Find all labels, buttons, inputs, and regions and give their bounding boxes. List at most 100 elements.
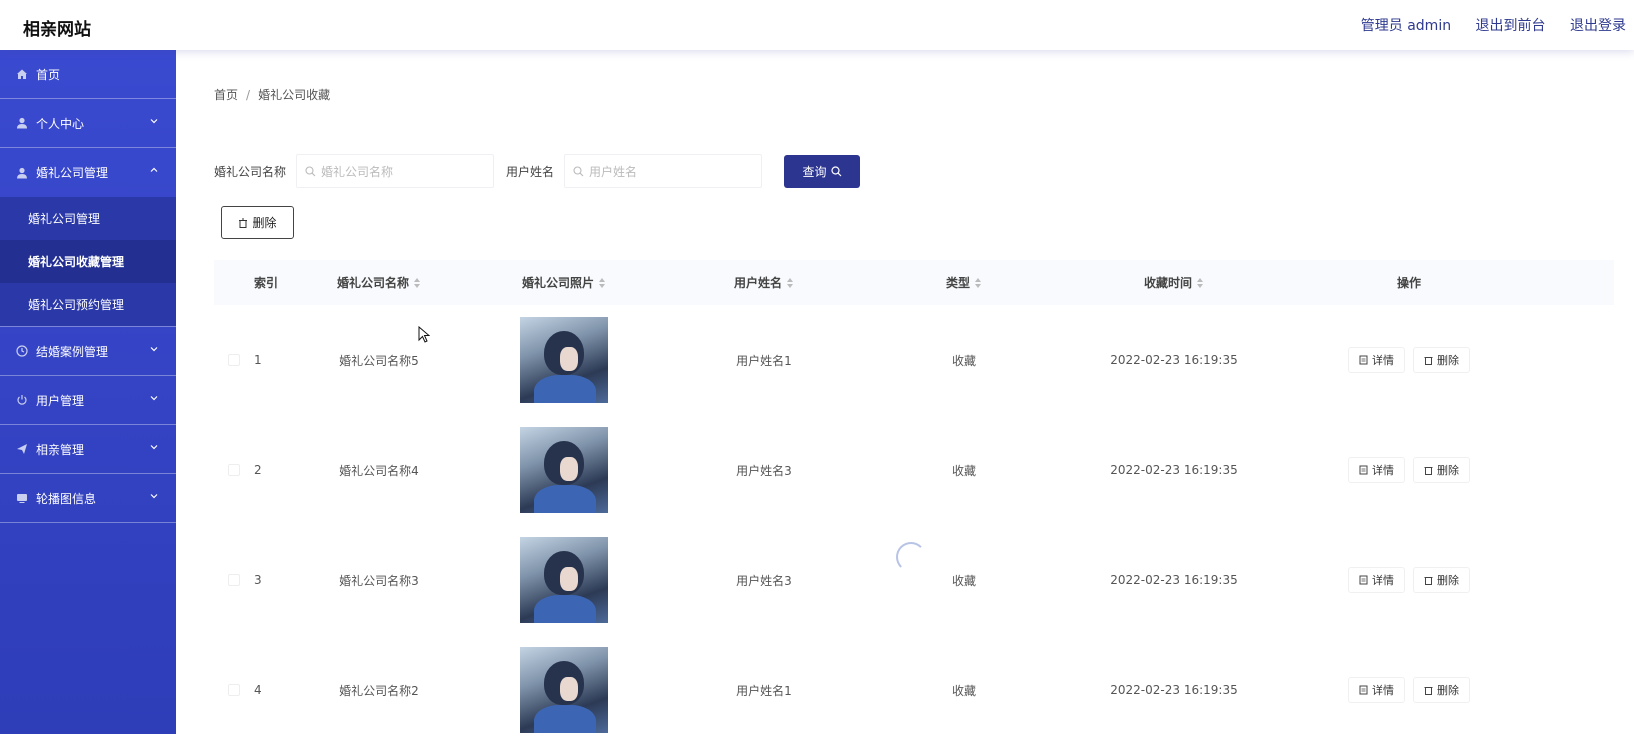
row-time: 2022-02-23 16:19:35 xyxy=(1110,463,1238,477)
sidebar-item-label: 轮播图信息 xyxy=(36,491,97,506)
search-icon xyxy=(573,165,584,176)
breadcrumb-home[interactable]: 首页 xyxy=(214,88,238,102)
admin-label: 管理员 admin xyxy=(1360,18,1452,34)
row-user-name: 用户姓名3 xyxy=(736,463,792,478)
sidebar-item-home[interactable]: 首页 xyxy=(0,50,176,99)
row-index: 3 xyxy=(254,573,262,587)
column-header-company[interactable]: 婚礼公司名称 xyxy=(294,274,464,291)
column-header-label: 婚礼公司名称 xyxy=(336,276,409,290)
detail-button[interactable]: 详情 xyxy=(1348,567,1405,593)
power-icon xyxy=(16,394,28,406)
trash-icon xyxy=(1424,577,1433,585)
home-icon xyxy=(16,68,28,80)
sidebar-item-cases[interactable]: 结婚案例管理 xyxy=(0,327,176,376)
row-index: 1 xyxy=(254,353,262,367)
sidebar-item-wedding-company[interactable]: 婚礼公司管理 xyxy=(0,148,176,197)
column-header-index: 索引 xyxy=(254,274,294,291)
trash-icon xyxy=(1424,687,1433,695)
detail-button[interactable]: 详情 xyxy=(1348,347,1405,373)
user-icon xyxy=(16,117,28,129)
detail-label: 详情 xyxy=(1372,354,1394,367)
detail-label: 详情 xyxy=(1372,574,1394,587)
top-bar: 相亲网站 管理员 admin 退出到前台 退出登录 xyxy=(0,0,1634,50)
row-index: 4 xyxy=(254,683,262,697)
sidebar-item-users[interactable]: 用户管理 xyxy=(0,376,176,425)
company-name-input[interactable]: 婚礼公司名称 xyxy=(296,154,495,188)
query-button[interactable]: 查询 xyxy=(784,154,861,188)
sidebar-item-carousel[interactable]: 轮播图信息 xyxy=(0,474,176,523)
query-button-label: 查询 xyxy=(802,164,827,179)
company-photo[interactable] xyxy=(520,647,608,733)
sidebar-item-label: 个人中心 xyxy=(36,116,85,131)
company-name-placeholder: 婚礼公司名称 xyxy=(321,164,394,179)
row-checkbox[interactable] xyxy=(228,464,240,476)
row-delete-button[interactable]: 删除 xyxy=(1413,347,1470,373)
row-user-name: 用户姓名3 xyxy=(736,573,792,588)
breadcrumb-current: 婚礼公司收藏 xyxy=(258,88,331,102)
user-name-placeholder: 用户姓名 xyxy=(589,164,638,179)
sort-icon[interactable] xyxy=(414,277,421,288)
batch-delete-button[interactable]: 删除 xyxy=(221,206,294,239)
table-row: 4 婚礼公司名称2 用户姓名1 收藏 2022-02-23 16:19:35 详… xyxy=(214,635,1614,745)
row-delete-button[interactable]: 删除 xyxy=(1413,677,1470,703)
row-user-name: 用户姓名1 xyxy=(736,683,792,698)
row-time: 2022-02-23 16:19:35 xyxy=(1110,353,1238,367)
column-header-label: 收藏时间 xyxy=(1143,276,1192,290)
row-checkbox[interactable] xyxy=(228,684,240,696)
company-photo[interactable] xyxy=(520,317,608,403)
column-header-user[interactable]: 用户姓名 xyxy=(664,274,864,291)
sort-icon[interactable] xyxy=(975,277,982,288)
sidebar-subitem-favorite-manage[interactable]: 婚礼公司收藏管理 xyxy=(0,240,176,283)
sort-icon[interactable] xyxy=(1197,277,1204,288)
chevron-down-icon xyxy=(150,396,158,401)
search-icon xyxy=(830,165,841,176)
column-header-label: 用户姓名 xyxy=(733,276,782,290)
chevron-up-icon xyxy=(150,167,158,172)
row-checkbox[interactable] xyxy=(228,354,240,366)
detail-button[interactable]: 详情 xyxy=(1348,677,1405,703)
row-delete-label: 删除 xyxy=(1437,574,1459,587)
main-content: 首页 / 婚礼公司收藏 婚礼公司名称 婚礼公司名称 用户姓名 用户姓名 查询 删除 … xyxy=(176,50,1634,734)
sort-icon[interactable] xyxy=(787,277,794,288)
trash-icon xyxy=(1424,467,1433,475)
row-type: 收藏 xyxy=(951,353,976,368)
row-index: 2 xyxy=(254,463,262,477)
sort-icon[interactable] xyxy=(599,277,606,288)
table-row: 1 婚礼公司名称5 用户姓名1 收藏 2022-02-23 16:19:35 详… xyxy=(214,305,1614,415)
user-icon xyxy=(16,167,28,179)
row-delete-button[interactable]: 删除 xyxy=(1413,457,1470,483)
user-name-input[interactable]: 用户姓名 xyxy=(564,154,763,188)
column-header-label: 操作 xyxy=(1396,276,1421,290)
sidebar: 首页 个人中心 婚礼公司管理 婚礼公司管理 婚礼公司收藏管理 婚礼公司预约管理 … xyxy=(0,50,176,734)
column-header-photo[interactable]: 婚礼公司照片 xyxy=(464,274,664,291)
sidebar-item-label: 结婚案例管理 xyxy=(36,344,109,359)
row-delete-button[interactable]: 删除 xyxy=(1413,567,1470,593)
loading-spinner-icon xyxy=(896,542,926,572)
row-time: 2022-02-23 16:19:35 xyxy=(1110,573,1238,587)
sidebar-item-personal[interactable]: 个人中心 xyxy=(0,99,176,148)
row-company-name: 婚礼公司名称3 xyxy=(339,573,419,588)
row-company-name: 婚礼公司名称4 xyxy=(339,463,419,478)
column-header-time[interactable]: 收藏时间 xyxy=(1064,274,1284,291)
row-company-name: 婚礼公司名称2 xyxy=(339,683,419,698)
document-icon xyxy=(1359,685,1368,695)
sidebar-subitem-company-manage[interactable]: 婚礼公司管理 xyxy=(0,197,176,240)
company-photo[interactable] xyxy=(520,537,608,623)
row-type: 收藏 xyxy=(951,573,976,588)
submenu-wedding-company: 婚礼公司管理 婚礼公司收藏管理 婚礼公司预约管理 xyxy=(0,197,176,327)
row-delete-label: 删除 xyxy=(1437,684,1459,697)
chevron-down-icon xyxy=(150,347,158,352)
sidebar-item-label: 用户管理 xyxy=(36,393,85,408)
sidebar-item-matchmaking[interactable]: 相亲管理 xyxy=(0,425,176,474)
row-checkbox[interactable] xyxy=(228,574,240,586)
logout-link[interactable]: 退出登录 xyxy=(1570,18,1626,34)
row-delete-label: 删除 xyxy=(1437,464,1459,477)
row-type: 收藏 xyxy=(951,463,976,478)
detail-button[interactable]: 详情 xyxy=(1348,457,1405,483)
monitor-icon xyxy=(16,492,28,504)
exit-to-front-link[interactable]: 退出到前台 xyxy=(1476,18,1546,34)
column-header-label: 类型 xyxy=(945,276,970,290)
company-photo[interactable] xyxy=(520,427,608,513)
sidebar-subitem-booking-manage[interactable]: 婚礼公司预约管理 xyxy=(0,283,176,326)
column-header-type[interactable]: 类型 xyxy=(864,274,1064,291)
